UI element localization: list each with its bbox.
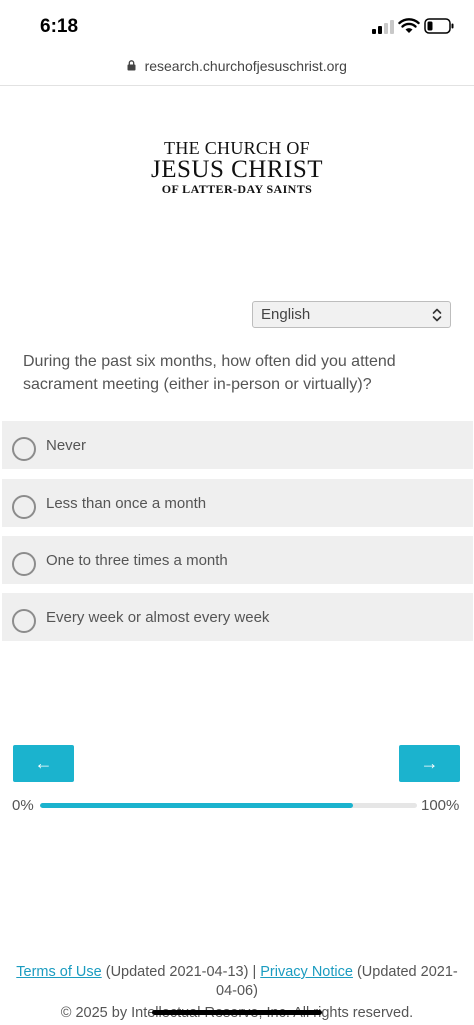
battery-icon (424, 18, 454, 34)
radio-button[interactable] (12, 609, 36, 633)
option-less-than-once-a-month[interactable]: Less than once a month (2, 479, 473, 527)
option-label: One to three times a month (46, 552, 228, 569)
terms-updated-text: (Updated 2021-04-13) | (105, 964, 257, 980)
progress-start-label: 0% (12, 797, 34, 814)
radio-button[interactable] (12, 437, 36, 461)
option-label: Less than once a month (46, 495, 207, 512)
progress-fill (40, 803, 353, 808)
radio-button[interactable] (12, 495, 36, 519)
status-bar: 6:18 (0, 0, 474, 52)
progress-bar (40, 803, 417, 808)
progress-end-label: 100% (421, 797, 460, 814)
lock-icon (127, 60, 136, 71)
footer-legal: Terms of Use (Updated 2021-04-13) | Priv… (10, 963, 464, 1001)
option-label: Never (46, 437, 87, 454)
option-every-week[interactable]: Every week or almost every week (2, 593, 473, 641)
question-text: During the past six months, how often di… (23, 353, 396, 393)
radio-button[interactable] (12, 552, 36, 576)
church-logo: THE CHURCH OF JESUS CHRIST OF LATTER-DAY… (0, 138, 474, 196)
logo-line-3: OF LATTER-DAY SAINTS (161, 182, 313, 196)
previous-button[interactable]: ← (13, 745, 74, 782)
language-selected: English (261, 306, 311, 323)
signal-icon (372, 20, 394, 34)
address-bar[interactable]: research.churchofjesuschrist.org (0, 52, 474, 86)
logo-line-1: THE CHURCH OF (164, 138, 310, 158)
language-select[interactable]: English (252, 301, 451, 328)
chevron-up-down-icon (432, 308, 442, 322)
status-time: 6:18 (40, 16, 79, 37)
option-one-to-three-times[interactable]: One to three times a month (2, 536, 473, 584)
next-button[interactable]: → (399, 745, 460, 782)
option-label: Every week or almost every week (46, 609, 270, 626)
url-text: research.churchofjesuschrist.org (144, 58, 347, 74)
logo-line-2: JESUS CHRIST (150, 156, 323, 183)
option-never[interactable]: Never (2, 421, 473, 469)
privacy-notice-link[interactable]: Privacy Notice (260, 964, 353, 980)
home-indicator (152, 1010, 322, 1015)
terms-of-use-link[interactable]: Terms of Use (16, 964, 101, 980)
wifi-icon (398, 18, 420, 33)
